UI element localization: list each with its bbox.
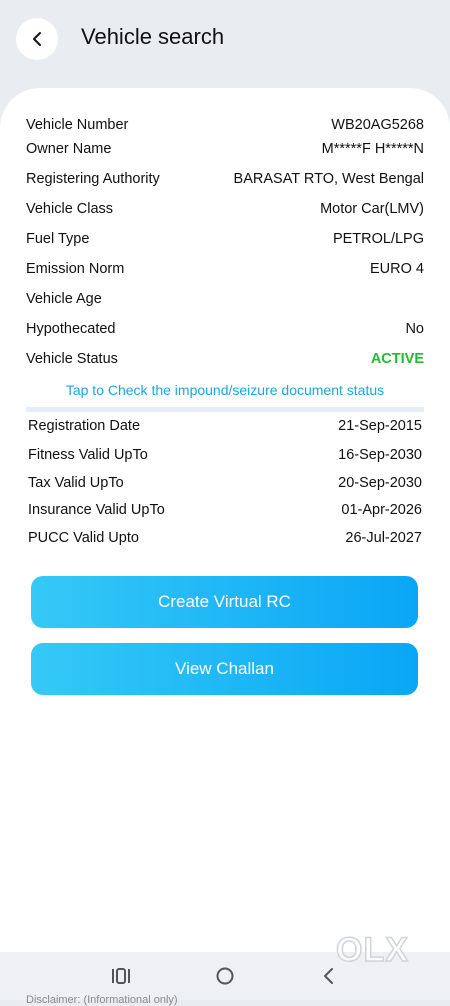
detail-value: BARASAT RTO, West Bengal <box>233 171 424 187</box>
home-icon[interactable] <box>214 966 236 986</box>
back-arrow-icon <box>33 32 41 46</box>
detail-label: Emission Norm <box>26 261 125 277</box>
impound-status-link[interactable]: Tap to Check the impound/seizure documen… <box>0 382 450 398</box>
section-divider <box>26 407 424 412</box>
back-button[interactable] <box>16 18 58 60</box>
detail-label: Vehicle Class <box>26 201 114 217</box>
validity-value: 21-Sep-2015 <box>338 418 422 434</box>
detail-label: Vehicle Status <box>26 351 118 367</box>
status-badge: ACTIVE <box>370 351 424 367</box>
detail-label: Owner Name <box>26 141 112 157</box>
validity-value: 16-Sep-2030 <box>338 447 422 463</box>
detail-row-vehicle-class: Vehicle Class Motor Car(LMV) <box>26 197 424 221</box>
app-header: Vehicle search <box>0 0 450 90</box>
validity-row-insurance: Insurance Valid UpTo 01-Apr-2026 <box>28 498 422 522</box>
validity-row-fitness: Fitness Valid UpTo 16-Sep-2030 <box>28 443 422 467</box>
recent-apps-icon[interactable] <box>110 966 132 986</box>
detail-value: No <box>405 321 424 337</box>
detail-row-emission-norm: Emission Norm EURO 4 <box>26 257 424 281</box>
validity-label: PUCC Valid Upto <box>28 530 139 546</box>
validity-label: Fitness Valid UpTo <box>28 447 148 463</box>
validity-label: Tax Valid UpTo <box>28 475 124 491</box>
detail-row-hypothecated: Hypothecated No <box>26 317 424 341</box>
disclaimer-text: Disclaimer: (Informational only) <box>26 994 178 1006</box>
validity-row-tax: Tax Valid UpTo 20-Sep-2030 <box>28 471 422 495</box>
validity-label: Registration Date <box>28 418 141 434</box>
detail-label: Hypothecated <box>26 321 116 337</box>
detail-value: PETROL/LPG <box>332 231 424 247</box>
validity-value: 01-Apr-2026 <box>341 502 422 518</box>
create-virtual-rc-button[interactable]: Create Virtual RC <box>31 576 418 628</box>
detail-row-vehicle-number: Vehicle Number WB20AG5268 <box>26 113 424 137</box>
detail-value: Motor Car(LMV) <box>320 201 424 217</box>
detail-label: Fuel Type <box>26 231 90 247</box>
olx-watermark-logo: OLX <box>335 930 409 970</box>
view-challan-button[interactable]: View Challan <box>31 643 418 695</box>
detail-row-registering-authority: Registering Authority BARASAT RTO, West … <box>26 167 424 191</box>
detail-value: M*****F H*****N <box>321 141 424 157</box>
detail-label: Vehicle Age <box>26 291 102 307</box>
validity-value: 26-Jul-2027 <box>345 530 422 546</box>
page-title: Vehicle search <box>81 24 225 49</box>
detail-row-vehicle-age: Vehicle Age <box>26 287 424 311</box>
validity-label: Insurance Valid UpTo <box>28 502 165 518</box>
detail-row-owner-name: Owner Name M*****F H*****N <box>26 137 424 161</box>
detail-label: Registering Authority <box>26 171 160 187</box>
validity-value: 20-Sep-2030 <box>338 475 422 491</box>
detail-label: Vehicle Number <box>26 117 129 133</box>
detail-row-fuel-type: Fuel Type PETROL/LPG <box>26 227 424 251</box>
validity-row-pucc: PUCC Valid Upto 26-Jul-2027 <box>28 526 422 550</box>
validity-row-registration-date: Registration Date 21-Sep-2015 <box>28 414 422 438</box>
detail-row-vehicle-status: Vehicle Status ACTIVE <box>26 347 424 371</box>
detail-value: EURO 4 <box>370 261 424 277</box>
detail-value: WB20AG5268 <box>331 117 424 133</box>
